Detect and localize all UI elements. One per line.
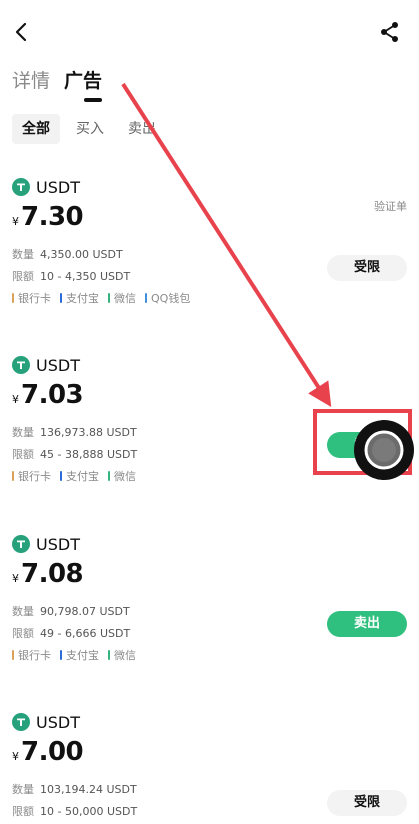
bank-card-marker — [12, 293, 14, 303]
alipay-marker — [60, 471, 62, 481]
price: 7.30 — [21, 202, 84, 232]
chevron-left-icon — [15, 22, 27, 42]
coin-name: USDT — [36, 177, 80, 197]
payment-alipay: 支付宝 — [60, 468, 99, 484]
limit-label: 限额 — [12, 448, 34, 461]
quantity-row: 数量 4,350.00 USDT — [12, 246, 123, 262]
price-row: ¥ 7.08 — [12, 559, 84, 595]
limit-row: 限额 49 - 6,666 USDT — [12, 625, 130, 641]
sell-button[interactable]: 卖出 — [327, 432, 407, 458]
back-button[interactable] — [12, 20, 32, 44]
payment-bank-card: 银行卡 — [12, 468, 51, 484]
payment-wechat: 微信 — [108, 468, 136, 484]
filter-all[interactable]: 全部 — [12, 114, 60, 144]
limit-value: 10 - 4,350 USDT — [40, 270, 131, 283]
limit-row: 限额 10 - 4,350 USDT — [12, 268, 130, 284]
ad-card: USDT ¥ 7.00 数量 103,194.24 USDT 限额 10 - 50,… — [0, 711, 419, 824]
filter-buy[interactable]: 买入 — [76, 114, 104, 144]
payment-bank-card: 银行卡 — [12, 290, 51, 306]
payment-alipay: 支付宝 — [60, 290, 99, 306]
bank-card-marker — [12, 650, 14, 660]
quantity-label: 数量 — [12, 783, 34, 796]
sell-button[interactable]: 卖出 — [327, 611, 407, 637]
limit-label: 限额 — [12, 805, 34, 818]
filter-bar: 全部 买入 卖出 — [12, 114, 412, 146]
limit-row: 限额 45 - 38,888 USDT — [12, 446, 137, 462]
price: 7.03 — [21, 380, 84, 410]
top-bar — [0, 0, 419, 62]
active-tab-indicator — [84, 98, 102, 102]
quantity-row: 数量 90,798.07 USDT — [12, 603, 130, 619]
limit-label: 限额 — [12, 627, 34, 640]
coin-name: USDT — [36, 534, 80, 554]
ad-card: USDT ¥ 7.08 数量 90,798.07 USDT 限额 49 - 6,66… — [0, 533, 419, 711]
quantity-value: 90,798.07 USDT — [40, 605, 130, 618]
share-icon — [381, 22, 398, 42]
restricted-button[interactable]: 受限 — [327, 790, 407, 816]
payment-methods: 银行卡 支付宝 微信 — [12, 468, 145, 484]
bank-card-marker — [12, 471, 14, 481]
currency-symbol: ¥ — [12, 572, 19, 585]
quantity-label: 数量 — [12, 248, 34, 261]
quantity-row: 数量 136,973.88 USDT — [12, 424, 137, 440]
price-row: ¥ 7.00 — [12, 737, 84, 773]
payment-qq-wallet: QQ钱包 — [145, 290, 190, 306]
currency-symbol: ¥ — [12, 215, 19, 228]
quantity-label: 数量 — [12, 426, 34, 439]
tether-icon — [12, 535, 30, 553]
tether-icon — [12, 356, 30, 374]
limit-value: 45 - 38,888 USDT — [40, 448, 138, 461]
coin-row: USDT — [12, 176, 80, 198]
restricted-button[interactable]: 受限 — [327, 255, 407, 281]
price-row: ¥ 7.03 — [12, 380, 84, 416]
coin-row: USDT — [12, 711, 80, 733]
quantity-value: 103,194.24 USDT — [40, 783, 137, 796]
quantity-label: 数量 — [12, 605, 34, 618]
wechat-marker — [108, 293, 110, 303]
wechat-marker — [108, 650, 110, 660]
payment-wechat: 微信 — [108, 290, 136, 306]
coin-row: USDT — [12, 354, 80, 376]
qq-wallet-marker — [145, 293, 147, 303]
coin-name: USDT — [36, 712, 80, 732]
ad-card: USDT 验证单 ¥ 7.30 数量 4,350.00 USDT 限额 10 - 4… — [0, 176, 419, 354]
coin-row: USDT — [12, 533, 80, 555]
tab-details[interactable]: 详情 — [12, 66, 50, 93]
limit-label: 限额 — [12, 270, 34, 283]
alipay-marker — [60, 293, 62, 303]
quantity-row: 数量 103,194.24 USDT — [12, 781, 137, 797]
quantity-value: 136,973.88 USDT — [40, 426, 137, 439]
quantity-value: 4,350.00 USDT — [40, 248, 123, 261]
payment-bank-card: 银行卡 — [12, 647, 51, 663]
limit-value: 49 - 6,666 USDT — [40, 627, 131, 640]
price: 7.08 — [21, 559, 84, 589]
limit-value: 10 - 50,000 USDT — [40, 805, 138, 818]
currency-symbol: ¥ — [12, 393, 19, 406]
wechat-marker — [108, 471, 110, 481]
limit-row: 限额 10 - 50,000 USDT — [12, 803, 137, 819]
coin-name: USDT — [36, 355, 80, 375]
payment-methods: 银行卡 支付宝 微信 — [12, 647, 145, 663]
ad-card: USDT ¥ 7.03 数量 136,973.88 USDT 限额 45 - 38,… — [0, 354, 419, 532]
tether-icon — [12, 713, 30, 731]
payment-methods: 银行卡 支付宝 微信 QQ钱包 — [12, 290, 199, 306]
alipay-marker — [60, 650, 62, 660]
currency-symbol: ¥ — [12, 750, 19, 763]
price-row: ¥ 7.30 — [12, 202, 84, 238]
share-button[interactable] — [379, 20, 401, 44]
price: 7.00 — [21, 737, 84, 767]
verify-link[interactable]: 验证单 — [374, 198, 407, 214]
tether-icon — [12, 178, 30, 196]
payment-alipay: 支付宝 — [60, 647, 99, 663]
payment-wechat: 微信 — [108, 647, 136, 663]
filter-sell[interactable]: 卖出 — [128, 114, 156, 144]
tab-ads[interactable]: 广告 — [64, 66, 102, 93]
